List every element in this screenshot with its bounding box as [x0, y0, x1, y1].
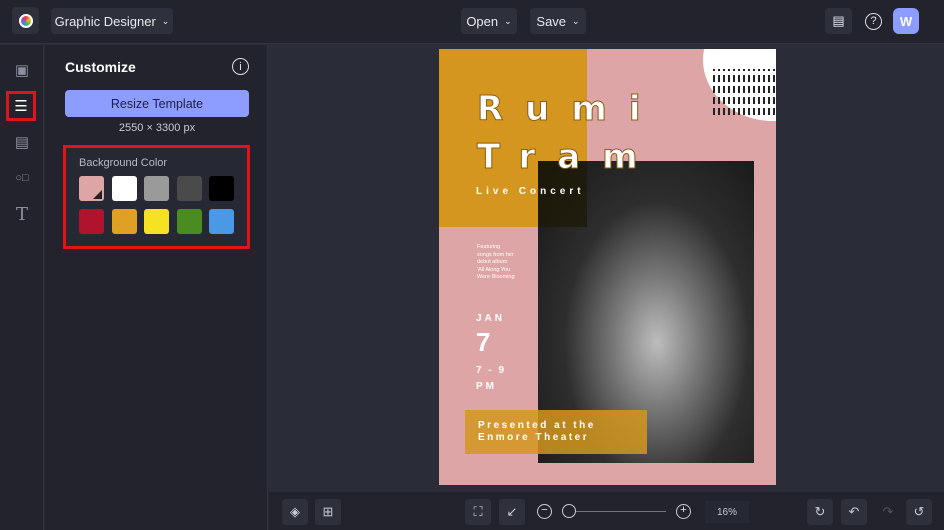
refresh-button[interactable]: ↻	[807, 499, 833, 525]
avatar[interactable]: W	[893, 8, 919, 34]
color-swatch[interactable]	[111, 176, 137, 201]
refresh-icon: ↻	[814, 504, 826, 519]
color-swatch[interactable]	[144, 176, 169, 201]
app-logo[interactable]	[12, 7, 39, 34]
collapse-icon: ↙	[506, 504, 518, 519]
color-swatch[interactable]	[144, 209, 169, 234]
fit-screen-button[interactable]: ⛶	[465, 499, 491, 525]
venue-box: Presented at the Enmore Theater	[465, 410, 647, 454]
customize-tool[interactable]: ☰	[6, 91, 36, 121]
tool-sidebar: ▣ ☰ ▤ ○□ T	[0, 45, 44, 530]
image-icon: ▣	[14, 62, 30, 79]
info-icon[interactable]: i	[232, 58, 249, 75]
panel-title: Customize	[65, 59, 136, 75]
color-swatch[interactable]	[176, 176, 202, 201]
background-color-section: Background Color	[63, 145, 250, 249]
grid-button[interactable]: ⊞	[315, 499, 341, 525]
layers-button[interactable]: ◈	[282, 499, 308, 525]
color-swatch[interactable]	[79, 176, 104, 201]
venue-line2: Enmore Theater	[478, 432, 590, 443]
redo-icon: ↷	[882, 504, 894, 519]
selected-indicator-icon	[93, 190, 102, 199]
open-label: Open	[466, 13, 499, 29]
poster-title-line2: Tram	[477, 137, 660, 178]
help-icon: ?	[865, 12, 882, 30]
poster-title-line1: Rumi	[476, 89, 663, 130]
zoom-slider-handle[interactable]	[562, 504, 576, 518]
sliders-icon: ☰	[14, 98, 28, 115]
poster-time: 7 - 9	[476, 365, 507, 376]
zoom-out-icon[interactable]: −	[537, 504, 552, 519]
poster-ampm: PM	[476, 381, 497, 392]
history-icon: ↺	[913, 504, 925, 519]
text-icon: T	[15, 203, 28, 225]
photo-tool[interactable]: ▣	[9, 57, 35, 83]
layout-tool[interactable]: ▤	[9, 129, 35, 155]
layout-icon: ▤	[14, 134, 30, 151]
customize-panel: Customize i Resize Template 2550 × 3300 …	[45, 45, 268, 530]
history-button[interactable]: ↺	[906, 499, 932, 525]
text-tool[interactable]: T	[9, 201, 35, 227]
chevron-down-icon: ⌄	[572, 15, 580, 26]
logo-icon	[18, 13, 33, 28]
avatar-initial: W	[899, 13, 913, 29]
redo-button[interactable]: ↷	[875, 499, 901, 525]
top-bar: Graphic Designer ⌄ Open ⌄ Save ⌄ ▤ ? W	[0, 0, 944, 44]
shrink-button[interactable]: ↙	[499, 499, 525, 525]
zoom-level[interactable]: 16%	[705, 501, 749, 523]
graphics-tool[interactable]: ○□	[9, 165, 35, 191]
color-swatch[interactable]	[209, 209, 234, 234]
comment-icon: ▤	[832, 13, 845, 28]
poster-day: 7	[476, 327, 491, 357]
zoom-in-icon[interactable]: +	[676, 504, 691, 519]
undo-icon: ↶	[848, 504, 860, 519]
poster-description: Featuring songs from her debut album 'Al…	[477, 244, 515, 280]
mode-dropdown[interactable]: Graphic Designer ⌄	[51, 8, 173, 34]
background-color-label: Background Color	[79, 157, 168, 169]
poster-subtitle: Live Concert	[476, 186, 585, 197]
resize-template-button[interactable]: Resize Template	[65, 90, 249, 117]
color-swatch[interactable]	[176, 209, 202, 234]
mode-label: Graphic Designer	[54, 13, 156, 29]
comments-button[interactable]: ▤	[825, 8, 852, 34]
template-dimensions: 2550 × 3300 px	[118, 122, 196, 134]
save-button[interactable]: Save ⌄	[530, 8, 586, 34]
chevron-down-icon: ⌄	[504, 15, 512, 26]
undo-button[interactable]: ↶	[841, 499, 867, 525]
chevron-down-icon: ⌄	[161, 15, 170, 26]
dash-pattern-decoration	[713, 69, 775, 115]
poster-canvas[interactable]: Rumi Tram Live Concert Featuring songs f…	[439, 49, 776, 485]
venue-line1: Presented at the	[478, 420, 596, 431]
expand-icon: ⛶	[473, 504, 483, 519]
grid-icon: ⊞	[322, 504, 334, 519]
color-swatch[interactable]	[79, 209, 104, 234]
layers-icon: ◈	[290, 504, 300, 519]
save-label: Save	[536, 13, 567, 29]
bottom-toolbar: ◈ ⊞ ⛶ ↙ − + 16% ↻ ↶ ↷ ↺	[269, 492, 944, 530]
help-button[interactable]: ?	[860, 8, 887, 34]
poster-month: JAN	[476, 313, 506, 324]
color-swatch[interactable]	[111, 209, 137, 234]
open-button[interactable]: Open ⌄	[461, 8, 517, 34]
zoom-slider-track[interactable]	[569, 511, 666, 512]
color-swatch[interactable]	[209, 176, 234, 201]
shapes-icon: ○□	[15, 172, 29, 184]
